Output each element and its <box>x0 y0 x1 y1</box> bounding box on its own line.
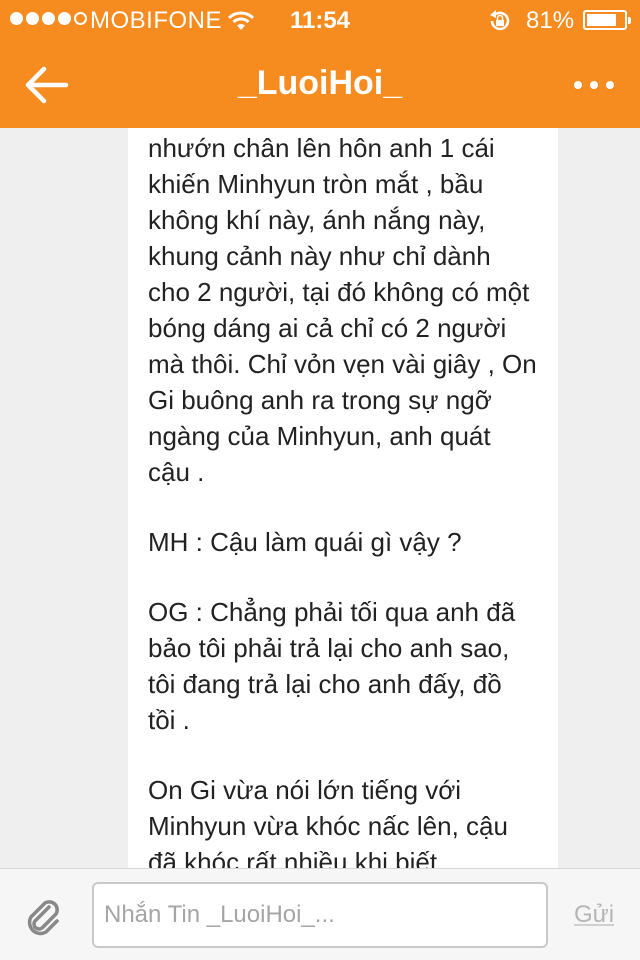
send-button[interactable]: Gửi <box>574 901 614 929</box>
message-paragraph: OG : Chẳng phải tối qua anh đã bảo tôi p… <box>148 597 516 735</box>
app-header: MOBIFONE 11:54 81% _LuoiHoi_ <box>0 0 640 128</box>
more-dots-icon <box>574 81 614 89</box>
battery-percent: 81% <box>526 7 575 34</box>
paperclip-icon <box>27 900 59 936</box>
message-paragraph: MH : Cậu làm quái gì vậy ? <box>148 527 462 557</box>
message-paragraph: On Gi vừa nói lớn tiếng với Minhyun vừa … <box>148 775 508 868</box>
rotation-lock-icon <box>488 10 512 39</box>
message-input[interactable] <box>92 882 548 948</box>
message-text: nhướn chân lên hôn anh 1 cái khiến Minhy… <box>148 130 548 868</box>
composer-bar: Gửi <box>0 868 640 960</box>
more-button[interactable] <box>572 70 616 100</box>
message-paragraph: nhướn chân lên hôn anh 1 cái khiến Minhy… <box>148 133 537 487</box>
attach-button[interactable] <box>22 895 66 939</box>
chat-title: _LuoiHoi_ <box>237 64 403 102</box>
status-bar: MOBIFONE 11:54 81% <box>0 0 640 40</box>
message-bubble: nhướn chân lên hôn anh 1 cái khiến Minhy… <box>128 128 558 868</box>
battery-icon <box>583 10 631 30</box>
